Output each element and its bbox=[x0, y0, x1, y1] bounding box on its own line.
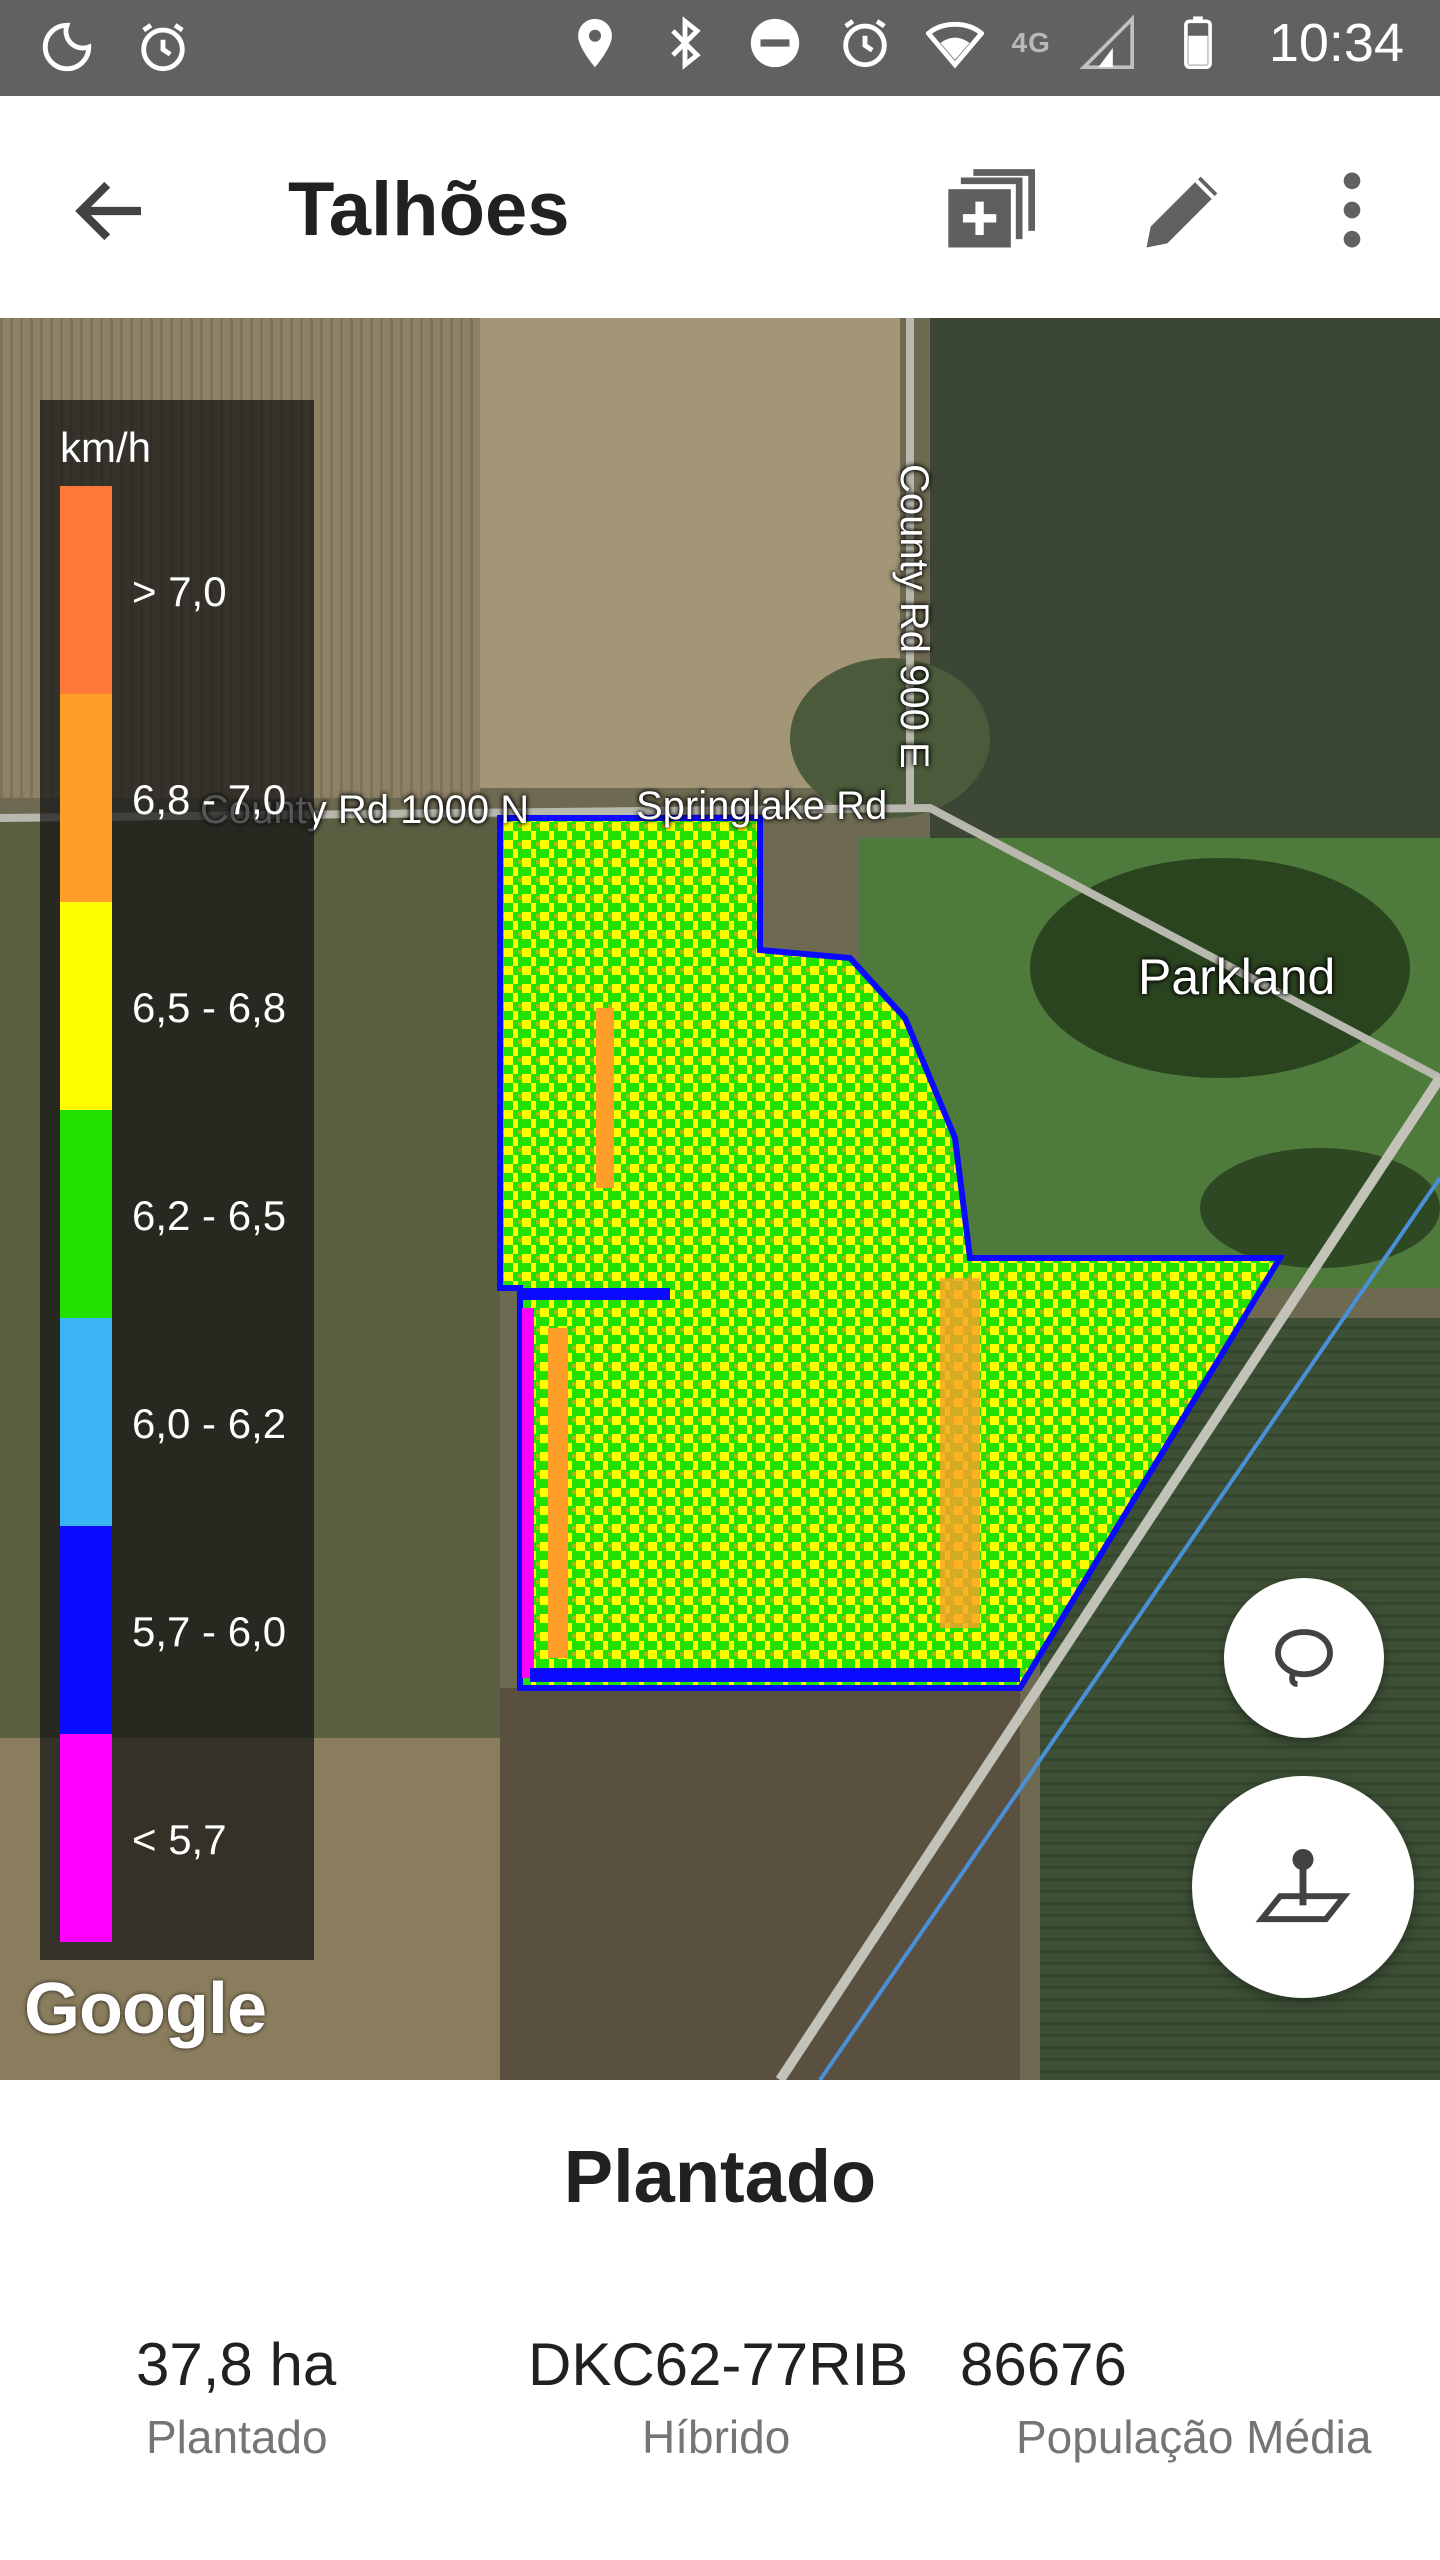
legend-label: 6,8 - 7,0 bbox=[132, 776, 287, 823]
summary-title: Plantado bbox=[563, 2135, 877, 2218]
stat-area-value: 37,8 ha bbox=[136, 2331, 337, 2398]
alarm-icon bbox=[832, 10, 898, 76]
lasso-select-button[interactable] bbox=[1224, 1578, 1384, 1738]
more-vert-icon bbox=[1343, 172, 1361, 248]
alarm-icon bbox=[130, 14, 196, 80]
lasso-icon bbox=[1275, 1629, 1333, 1687]
legend-color-bar bbox=[60, 486, 112, 1942]
field-pin-icon bbox=[1255, 1848, 1351, 1923]
signal-icon bbox=[1075, 10, 1141, 76]
legend-unit: km/h bbox=[60, 424, 152, 471]
google-attribution-logo: Google bbox=[24, 1969, 267, 2049]
moon-icon bbox=[34, 14, 100, 80]
legend-swatch bbox=[60, 902, 112, 1110]
legend-swatch bbox=[60, 694, 112, 902]
stat-population-label: População Média bbox=[1016, 2411, 1372, 2463]
stat-area-label: Plantado bbox=[146, 2411, 328, 2463]
back-button[interactable] bbox=[66, 166, 156, 256]
status-clock: 10:34 bbox=[1268, 13, 1404, 73]
back-arrow-icon bbox=[75, 181, 141, 241]
legend-label: < 5,7 bbox=[132, 1816, 227, 1863]
more-options-button[interactable] bbox=[1302, 160, 1402, 260]
road-label-springlake-rd: Springlake Rd bbox=[636, 784, 888, 828]
location-icon bbox=[562, 10, 628, 76]
legend-label: 6,2 - 6,5 bbox=[132, 1192, 287, 1239]
page-title: Talhões bbox=[288, 167, 570, 252]
layers-add-button[interactable] bbox=[940, 160, 1040, 260]
app-bar: Talhões bbox=[0, 96, 1440, 318]
legend-swatch bbox=[60, 1526, 112, 1734]
battery-icon bbox=[1165, 10, 1231, 76]
speed-legend: km/h > 7,0 6,8 - 7,0 6,5 - 6,8 6,2 - 6,5… bbox=[40, 400, 314, 1960]
legend-label: 6,5 - 6,8 bbox=[132, 984, 287, 1031]
network-type-label: 4G bbox=[1011, 27, 1051, 58]
stat-hybrid-label: Híbrido bbox=[642, 2411, 791, 2463]
legend-swatch bbox=[60, 1110, 112, 1318]
legend-label: 6,0 - 6,2 bbox=[132, 1400, 287, 1447]
place-label-parkland: Parkland bbox=[1138, 949, 1336, 1005]
road-label-county-rd-900e: County Rd 900 E bbox=[892, 464, 936, 769]
legend-swatch bbox=[60, 1734, 112, 1942]
status-bar: 4G 10:34 bbox=[0, 0, 1440, 96]
edit-button[interactable] bbox=[1134, 160, 1234, 260]
stat-hybrid-value: DKC62-77RIB bbox=[528, 2331, 909, 2398]
legend-swatch bbox=[60, 1318, 112, 1526]
do-not-disturb-icon bbox=[742, 10, 808, 76]
legend-label: > 7,0 bbox=[132, 568, 227, 615]
wifi-icon bbox=[922, 10, 988, 76]
map-view[interactable]: County Rd 1000 N Springlake Rd County Rd… bbox=[0, 318, 1440, 2080]
legend-swatch bbox=[60, 486, 112, 694]
bluetooth-icon bbox=[652, 10, 718, 76]
legend-label: 5,7 - 6,0 bbox=[132, 1608, 287, 1655]
layers-add-icon bbox=[948, 169, 1035, 248]
field-location-button[interactable] bbox=[1192, 1776, 1414, 1998]
edit-pencil-icon bbox=[1146, 176, 1218, 248]
stat-population-value: 86676 bbox=[960, 2331, 1127, 2398]
